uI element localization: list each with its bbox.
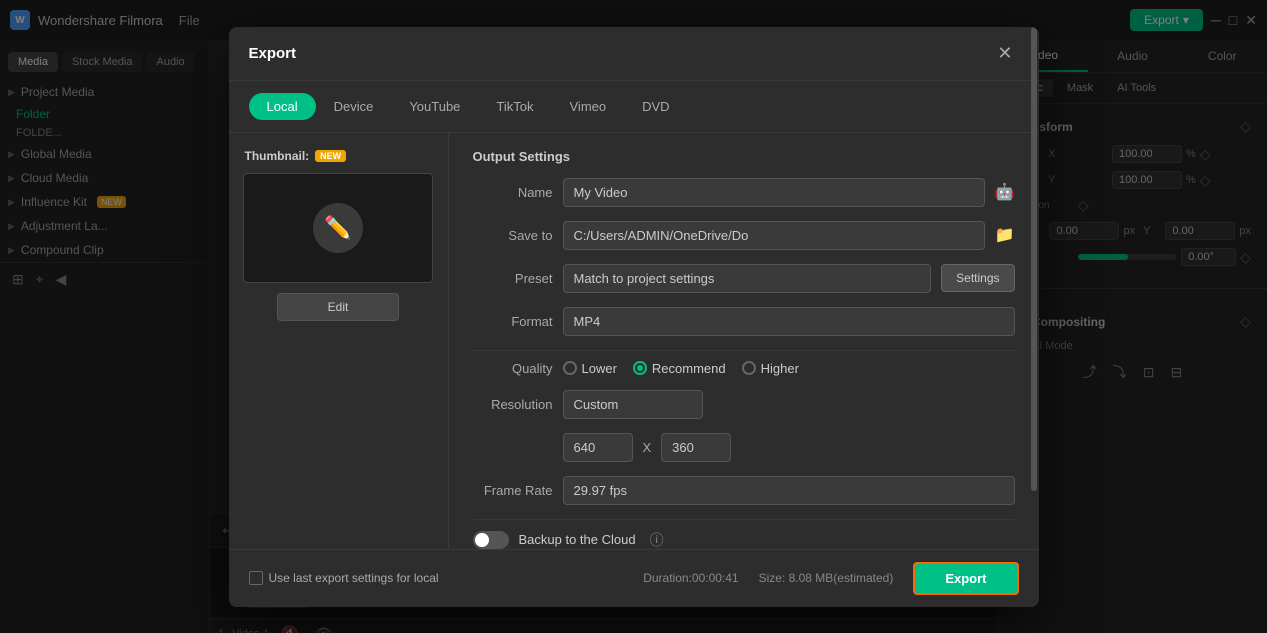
preset-label: Preset — [473, 271, 553, 286]
dialog-tabs: Local Device YouTube TikTok Vimeo DVD — [229, 81, 1039, 133]
thumbnail-icon: ✏️ — [313, 203, 363, 253]
dialog-left: Thumbnail: NEW ✏️ Edit — [229, 133, 449, 549]
preset-row: Preset Match to project settings Setting… — [473, 264, 1015, 293]
close-icon[interactable]: ✕ — [991, 41, 1018, 66]
settings-divider — [473, 350, 1015, 351]
dialog-header: Export ✕ — [229, 27, 1039, 81]
thumbnail-preview: ✏️ — [243, 173, 433, 283]
scrollbar[interactable] — [1031, 133, 1037, 549]
dialog-body: Thumbnail: NEW ✏️ Edit Output Settings — [229, 133, 1039, 549]
folder-icon[interactable]: 📁 — [995, 225, 1015, 245]
format-select[interactable]: MP4 — [563, 307, 1015, 336]
preset-select[interactable]: Match to project settings — [563, 264, 932, 293]
x-separator: X — [643, 440, 652, 455]
frame-rate-label: Frame Rate — [473, 483, 553, 498]
thumbnail-badge: NEW — [315, 150, 346, 162]
tab-vimeo[interactable]: Vimeo — [552, 93, 625, 120]
export-button[interactable]: Export — [913, 562, 1018, 595]
quality-recommend[interactable]: Recommend — [633, 361, 726, 376]
output-settings-title: Output Settings — [473, 149, 1015, 164]
tab-dvd[interactable]: DVD — [624, 93, 687, 120]
format-row: Format MP4 — [473, 307, 1015, 336]
quality-radio-group: Lower Recommend Higher — [563, 361, 1015, 376]
quality-label: Quality — [473, 361, 553, 376]
pencil-icon: ✏️ — [324, 215, 351, 241]
tab-local[interactable]: Local — [249, 93, 316, 120]
modal-overlay: Export ✕ Local Device YouTube TikTok Vim… — [0, 0, 1267, 633]
tab-youtube[interactable]: YouTube — [391, 93, 478, 120]
resolution-row: Resolution Custom — [473, 390, 1015, 419]
quality-higher-label: Higher — [761, 361, 799, 376]
save-to-row: Save to 📁 — [473, 221, 1015, 250]
name-row: Name 🤖 — [473, 178, 1015, 207]
quality-higher[interactable]: Higher — [742, 361, 799, 376]
scrollbar-thumb — [1031, 133, 1037, 492]
use-last-settings: Use last export settings for local — [249, 571, 439, 585]
ai-icon[interactable]: 🤖 — [995, 182, 1015, 202]
use-last-checkbox[interactable] — [249, 571, 263, 585]
thumbnail-label: Thumbnail: NEW — [245, 149, 347, 163]
backup-label: Backup to the Cloud — [519, 532, 636, 547]
radio-lower-circle — [563, 361, 577, 375]
name-input[interactable] — [563, 178, 985, 207]
dialog-footer: Use last export settings for local Durat… — [229, 549, 1039, 607]
name-label: Name — [473, 185, 553, 200]
resolution-select[interactable]: Custom — [563, 390, 703, 419]
quality-lower[interactable]: Lower — [563, 361, 617, 376]
height-input[interactable] — [661, 433, 731, 462]
backup-row: Backup to the Cloud ⓘ — [473, 530, 1015, 549]
tab-device[interactable]: Device — [316, 93, 392, 120]
frame-rate-row: Frame Rate 29.97 fps — [473, 476, 1015, 505]
quality-lower-label: Lower — [582, 361, 617, 376]
quality-recommend-label: Recommend — [652, 361, 726, 376]
dialog-title: Export — [249, 45, 297, 62]
res-inputs: Custom — [563, 390, 1015, 419]
duration-label: Duration:00:00:41 — [643, 571, 738, 585]
export-dialog: Export ✕ Local Device YouTube TikTok Vim… — [229, 27, 1039, 607]
width-input[interactable] — [563, 433, 633, 462]
save-to-label: Save to — [473, 228, 553, 243]
dialog-right: Output Settings Name 🤖 Save to 📁 Preset — [449, 133, 1039, 549]
radio-recommend-circle — [633, 361, 647, 375]
save-to-input[interactable] — [563, 221, 985, 250]
tab-tiktok[interactable]: TikTok — [478, 93, 551, 120]
backup-toggle[interactable] — [473, 531, 509, 549]
backup-info-icon[interactable]: ⓘ — [650, 530, 664, 549]
resolution-label: Resolution — [473, 397, 553, 412]
settings-button[interactable]: Settings — [941, 264, 1014, 292]
size-label: Size: 8.08 MB(estimated) — [759, 571, 894, 585]
format-label: Format — [473, 314, 553, 329]
radio-higher-circle — [742, 361, 756, 375]
use-last-label: Use last export settings for local — [269, 571, 439, 585]
frame-rate-select[interactable]: 29.97 fps — [563, 476, 1015, 505]
dimensions-row: X — [473, 433, 1015, 462]
edit-thumbnail-button[interactable]: Edit — [277, 293, 400, 321]
quality-row: Quality Lower Recommend Higher — [473, 361, 1015, 376]
toggles-divider — [473, 519, 1015, 520]
backup-toggle-knob — [475, 533, 489, 547]
